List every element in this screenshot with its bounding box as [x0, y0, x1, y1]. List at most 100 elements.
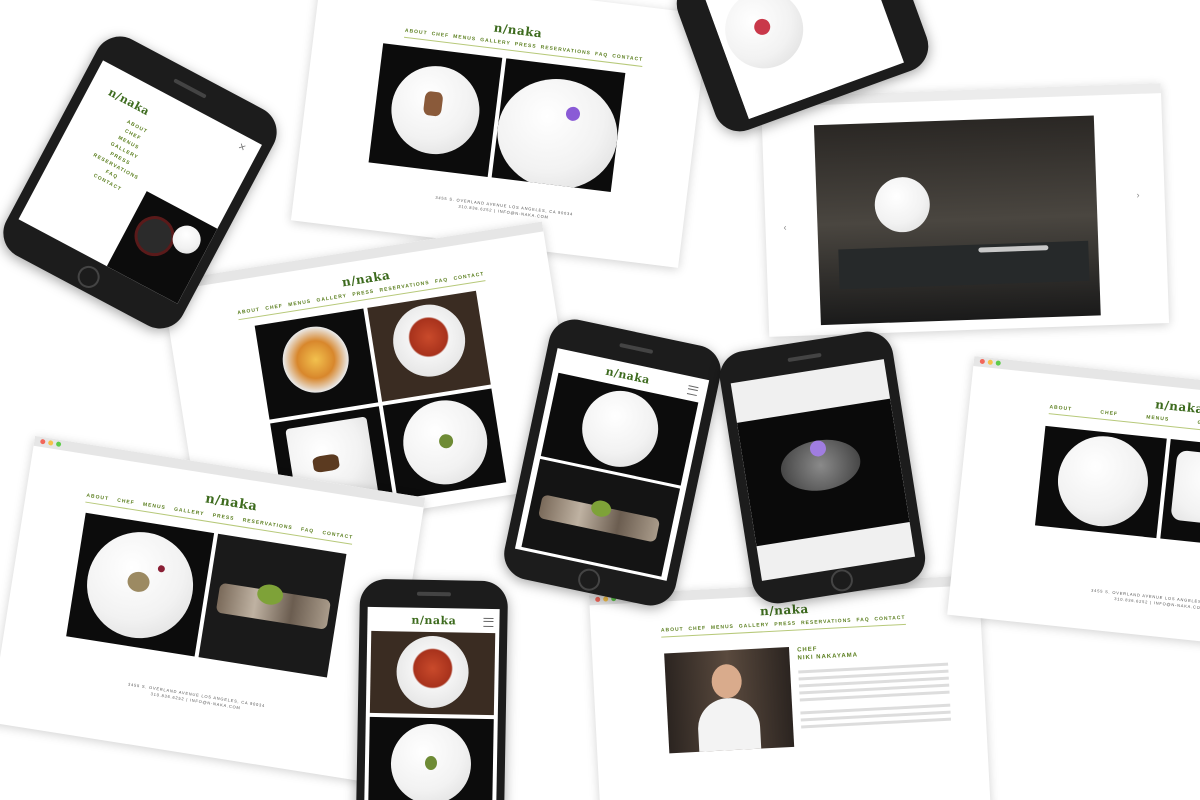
- phone-screen: n/naka: [364, 606, 500, 800]
- nav-item-press[interactable]: PRESS: [774, 621, 796, 628]
- minimize-dot[interactable]: [603, 596, 609, 602]
- footer: 3455 S. OVERLAND AVENUE LOS ANGELES, CA …: [86, 675, 305, 721]
- close-dot[interactable]: [979, 358, 986, 365]
- nav-item-gallery[interactable]: GALLERY: [480, 37, 511, 47]
- nav-item-about[interactable]: ABOUT: [404, 28, 427, 37]
- nav-item-reservations[interactable]: RESERVATIONS: [242, 517, 293, 531]
- logo[interactable]: n/naka: [411, 614, 456, 628]
- logo[interactable]: n/naka: [493, 21, 543, 41]
- phone-screen: [730, 359, 916, 581]
- logo[interactable]: n/naka: [760, 602, 809, 619]
- close-dot[interactable]: [595, 596, 601, 603]
- footer-address: 3455 S. OVERLAND AVENUE LOS ANGELES, CA …: [127, 681, 266, 709]
- nav-item-menus[interactable]: MENUS: [142, 502, 166, 512]
- plate: [491, 72, 624, 193]
- nav-item-gallery[interactable]: GALLERY: [174, 507, 205, 518]
- nav-item-menus[interactable]: MENUS: [288, 299, 312, 309]
- plate: [575, 383, 666, 474]
- footer: 3455 S. OVERLAND AVENUE LOS ANGELES, CA …: [394, 190, 614, 229]
- footer: 3455 S. OVERLAND AVENUE LOS ANGELES, CA …: [1070, 585, 1200, 616]
- minimize-dot[interactable]: [47, 440, 54, 446]
- maximize-dot[interactable]: [55, 441, 62, 448]
- gallery-photo[interactable]: [198, 533, 347, 678]
- nav-item-menus[interactable]: MENUS: [453, 34, 477, 43]
- chef-name: NIKI NAKAYAMA: [797, 652, 859, 662]
- nav-item-menus[interactable]: MENUS: [1146, 414, 1170, 422]
- speaker: [619, 342, 654, 354]
- gallery-photo[interactable]: [369, 630, 496, 716]
- nav-item-contact[interactable]: CONTACT: [322, 530, 354, 541]
- gallery-photo[interactable]: [1034, 425, 1167, 539]
- plate: [1053, 431, 1153, 531]
- hamburger-menu-icon[interactable]: [686, 385, 699, 397]
- gallery-photo[interactable]: [368, 716, 494, 800]
- portfolio-collage: n/naka ABOUT CHEF MENUS GALLERY PRESS RE…: [0, 0, 1200, 800]
- nav-item-reservations[interactable]: RESERVATIONS: [540, 44, 591, 56]
- nav-item-faq[interactable]: FAQ: [856, 617, 870, 624]
- nav-item-contact[interactable]: CONTACT: [612, 53, 644, 63]
- gallery-photo[interactable]: [66, 512, 215, 657]
- nav-item-about[interactable]: ABOUT: [86, 493, 109, 502]
- chef-bio-placeholder: [798, 659, 952, 733]
- tomato-bowl: [395, 635, 470, 709]
- plate: [714, 0, 815, 80]
- phone-screen: n/naka × ABOUT CHEF MENUS GALLERY PRESS …: [18, 60, 262, 304]
- gallery-photo[interactable]: [368, 43, 503, 177]
- nav-item-press[interactable]: PRESS: [514, 41, 537, 50]
- nav-item-gallery[interactable]: GALLERY: [316, 293, 347, 304]
- footer-contact[interactable]: 310.836.6252 | INFO@N-NAKA.COM: [86, 681, 304, 721]
- nav-item-press[interactable]: PRESS: [212, 513, 235, 522]
- home-button[interactable]: [829, 567, 855, 593]
- prev-arrow-icon[interactable]: ‹: [783, 222, 786, 232]
- next-arrow-icon[interactable]: ›: [1136, 190, 1139, 200]
- gallery-photo[interactable]: [701, 0, 834, 119]
- logo[interactable]: n/naka: [106, 86, 152, 119]
- gallery-photo[interactable]: [254, 308, 379, 420]
- nav-item-chef[interactable]: CHEF: [431, 31, 449, 39]
- nav-item-menus[interactable]: MENUS: [711, 624, 734, 631]
- chef-heading: CHEF NIKI NAKAYAMA: [797, 643, 858, 662]
- gallery-photo[interactable]: [736, 398, 910, 547]
- nav-item-about[interactable]: ABOUT: [1049, 404, 1072, 412]
- home-button[interactable]: [576, 566, 603, 593]
- nav-item-faq[interactable]: FAQ: [595, 51, 609, 59]
- chef-jacket: [696, 696, 762, 754]
- phone-screen: n/naka: [514, 348, 710, 581]
- phone-mockup-bottom: n/naka: [355, 578, 509, 800]
- nav-item-faq[interactable]: FAQ: [300, 527, 314, 535]
- mobile-nav: ABOUT CHEF MENUS GALLERY PRESS RESERVATI…: [84, 113, 161, 198]
- speaker: [787, 352, 822, 363]
- slideshow-photo[interactable]: [813, 115, 1101, 326]
- bowl: [167, 220, 206, 259]
- nav-item-contact[interactable]: CONTACT: [874, 615, 905, 623]
- phone-mockup-black-bowl: [716, 327, 929, 608]
- logo[interactable]: n/naka: [204, 491, 258, 514]
- gallery-photo[interactable]: [382, 388, 507, 500]
- plate: [1170, 449, 1200, 529]
- gallery-photo[interactable]: [491, 58, 626, 193]
- nav-item-chef[interactable]: CHEF: [265, 303, 283, 312]
- nav-item-chef[interactable]: CHEF: [688, 625, 706, 632]
- close-dot[interactable]: [39, 438, 46, 445]
- maximize-dot[interactable]: [995, 360, 1001, 366]
- nav-item-gallery[interactable]: GALLERY: [739, 622, 770, 630]
- nav-item-contact[interactable]: CONTACT: [453, 271, 485, 282]
- minimize-dot[interactable]: [987, 359, 994, 366]
- glass-bowl: [277, 321, 354, 398]
- nav-item-chef[interactable]: CHEF: [117, 498, 135, 507]
- browser-toolbar: [973, 356, 1200, 396]
- nav-item-faq[interactable]: FAQ: [435, 277, 449, 285]
- gallery-photo[interactable]: [1160, 439, 1200, 547]
- gallery-photo[interactable]: [367, 290, 491, 402]
- close-icon[interactable]: ×: [236, 139, 249, 155]
- nav-item-about[interactable]: ABOUT: [237, 307, 260, 316]
- nav-item-press[interactable]: PRESS: [352, 289, 375, 298]
- nav-item-chef[interactable]: CHEF: [1100, 410, 1118, 418]
- speaker: [416, 591, 451, 597]
- hamburger-menu-icon[interactable]: [483, 617, 494, 628]
- logo[interactable]: n/naka: [1155, 397, 1200, 416]
- nav-item-about[interactable]: ABOUT: [661, 626, 684, 633]
- nav-item-reservations[interactable]: RESERVATIONS: [801, 618, 852, 627]
- home-button[interactable]: [73, 262, 104, 292]
- desktop-mockup-chef: n/naka ABOUT CHEF MENUS GALLERY PRESS RE…: [588, 574, 992, 800]
